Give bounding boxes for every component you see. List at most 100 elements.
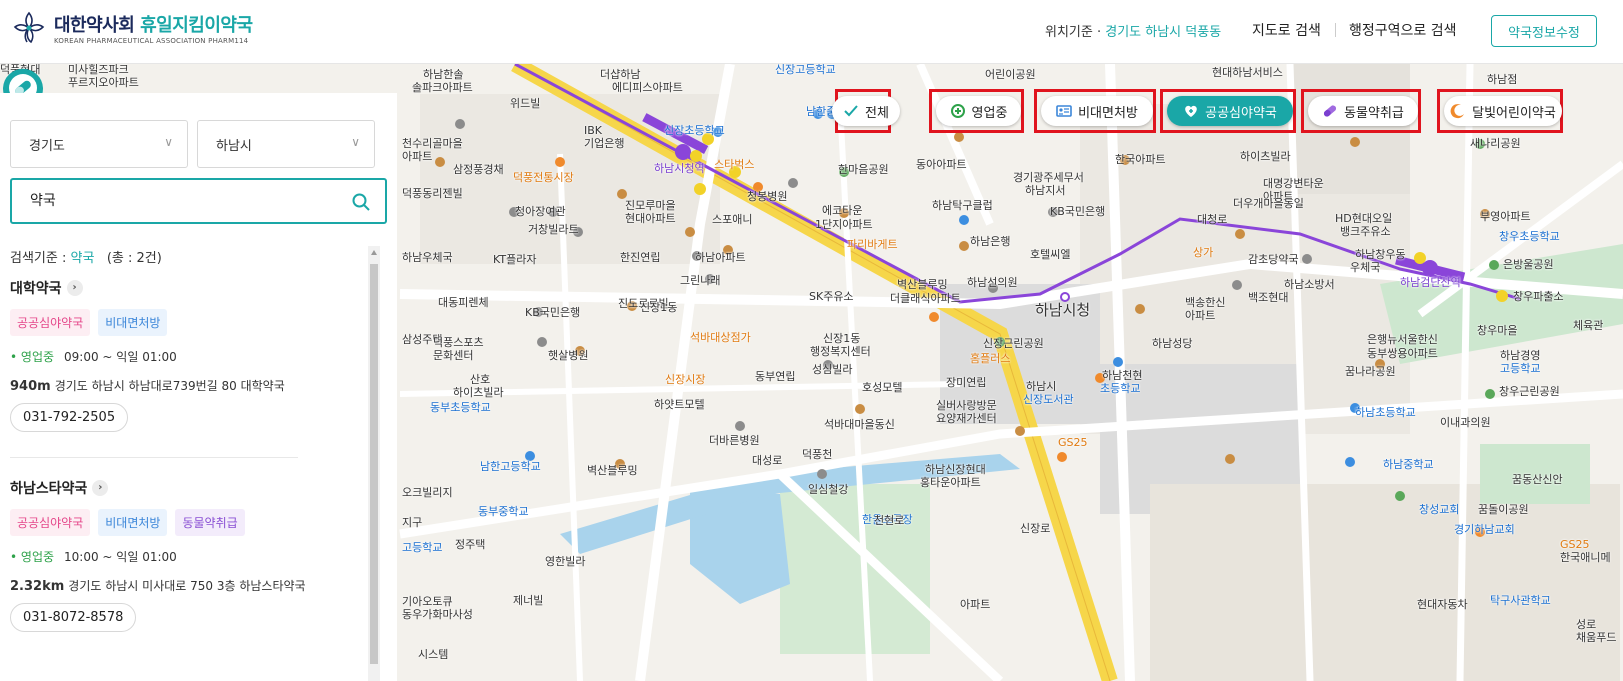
map-place-label[interactable]: 은방울공원 [1503,258,1554,271]
filter-chip-5[interactable]: 동물약취급 [1308,96,1418,126]
map-place-label[interactable]: 미사힐즈파크 [68,64,129,76]
map-place-label[interactable]: 동부중학교 [478,505,529,518]
pharmacy-name[interactable]: 하남스타약국 › [10,478,368,498]
pharmacy-name[interactable]: 대학약국 › [10,278,368,298]
map-place-label[interactable]: 하남지서 [1025,184,1065,197]
map-place-label[interactable]: 산호 [470,373,490,386]
map-place-label[interactable]: 하남우체국 [402,251,453,264]
map-place-label[interactable]: 대동피렌체 [438,296,489,309]
map-place-label[interactable]: 창우근린공원 [1499,385,1560,398]
map-place-label[interactable]: 하남시청역 [654,162,705,175]
map-place-label[interactable]: 은행뉴서울한신 [1367,333,1438,346]
map-place-label[interactable]: 창우초등학교 [1499,230,1560,243]
map-place-label[interactable]: 더바른병원 [709,434,760,447]
map-place-label[interactable]: 에디피스아파트 [612,81,683,94]
map-place-label[interactable]: 신장로 [1020,522,1050,535]
map-place-label[interactable]: 하남검단산역 [1400,276,1461,289]
map-place-label[interactable]: 뱅크주유소 [1340,225,1391,238]
map-place-label[interactable]: 지구 [402,516,422,529]
map-place-label[interactable]: 대명강변타운 [1263,177,1324,190]
map-place-label[interactable]: 꿈동산신안 [1512,473,1563,486]
map-place-label[interactable]: 신장고등학교 [775,64,836,76]
map-place-label[interactable]: 더우개마을동일 [1233,197,1304,210]
filter-chip-3[interactable]: 비대면처방 [1041,96,1153,126]
map-place-label[interactable]: 현대아파트 [625,212,676,225]
map-place-label[interactable]: 고등학교 [402,541,442,554]
phone-button[interactable]: 031-8072-8578 [10,603,137,632]
search-icon[interactable] [351,192,371,212]
map-place-label[interactable]: 푸르지오아파트 [68,76,139,89]
map-place-label[interactable]: 꿈나라공원 [1345,365,1396,378]
map-place-label[interactable]: 창우파출소 [1513,290,1564,303]
chevron-right-icon[interactable]: › [92,480,109,496]
map-place-label[interactable]: 신장근린공원 [983,337,1044,350]
map-place-label[interactable]: 일심철강 [808,483,848,496]
map-place-label[interactable]: 제너빌 [513,594,543,607]
map-place-label[interactable]: 에코타운 [822,204,862,217]
map-place-label[interactable]: 대청로 [1197,213,1227,226]
phone-button[interactable]: 031-792-2505 [10,403,129,432]
map-place-label[interactable]: 신장시장 [665,373,705,386]
map-place-label[interactable]: 남한고등학교 [480,460,541,473]
map-place-label[interactable]: 창우마을 [1477,324,1517,337]
map-place-label[interactable]: 새나리공원 [1470,137,1521,150]
map-place-label[interactable]: 꿈돌이공원 [1478,503,1529,516]
map-place-label[interactable]: 동부쌍용아파트 [1367,347,1438,360]
map-place-label[interactable]: HD현대오일 [1335,212,1392,225]
map-place-label[interactable]: 하얏트모텔 [654,398,705,411]
map-place-label[interactable]: 벽산블루밍 [897,278,948,291]
map-place-label[interactable]: 고등학교 [1500,362,1540,375]
map-place-label[interactable]: 하남신장현대 [925,463,986,476]
filter-chip-6[interactable]: 달빛어린이약국 [1444,96,1562,126]
map-place-label[interactable]: 하남경영 [1500,349,1540,362]
map-place-label[interactable]: 더클래식아파트 [890,292,961,305]
map-place-label[interactable]: 탁구사관학교 [1490,594,1551,607]
map-place-label[interactable]: 현대하남서비스 [1212,66,1283,79]
map-place-label[interactable]: 하남창우동 [1355,248,1406,261]
map-place-label[interactable]: 이내과의원 [1440,416,1491,429]
map-place-label[interactable]: 하남중학교 [1383,458,1434,471]
map-place-label[interactable]: 솔파크아파트 [412,81,473,94]
map-place-label[interactable]: 초등학교 [1100,382,1140,395]
map-place-label[interactable]: 경기하남교회 [1454,523,1515,536]
map-place-label[interactable]: 하남천현 [1102,369,1142,382]
map-place-label[interactable]: 정주택 [455,538,485,551]
map-place-label[interactable]: 하남시청 [1035,302,1090,319]
map-place-label[interactable]: GS25 [1058,436,1088,449]
map-place-label[interactable]: 아파트 [402,150,432,163]
nav-map-search[interactable]: 지도로 검색 [1252,20,1321,40]
map-place-label[interactable]: 채움푸드 [1576,631,1616,644]
map-place-label[interactable]: 동부연립 [755,370,795,383]
map-place-label[interactable]: 덕풍스포츠 [433,336,484,349]
map-place-label[interactable]: 백송한신 [1185,296,1225,309]
map-place-label[interactable]: 성로 [1576,618,1596,631]
map-place-label[interactable]: 벽산블루밍 [587,464,638,477]
map-place-label[interactable]: 햇살병원 [548,349,588,362]
map-place-label[interactable]: 한국애니메 [1560,551,1611,564]
province-select[interactable]: 경기도 ∨ [10,120,188,168]
map-place-label[interactable]: 하남아파트 [695,251,746,264]
map-place-label[interactable]: 오크빌리지 [402,486,453,499]
map-place-label[interactable]: 어린이공원 [985,68,1036,81]
map-place-label[interactable]: 창성교회 [1419,503,1459,516]
map-place-label[interactable]: 한국아파트 [1115,153,1166,166]
map-place-label[interactable]: 대성로 [752,454,782,467]
map-place-label[interactable]: 한진연립 [620,251,660,264]
map-place-label[interactable]: 체육관 [1573,319,1603,332]
map-place-label[interactable]: SK주유소 [809,290,854,303]
map-place-label[interactable]: 삼정풍경채 [453,163,504,176]
map-place-label[interactable]: 더샵하남 [600,68,640,81]
map-place-label[interactable]: 기아오토큐 [402,595,453,608]
map-place-label[interactable]: 기업은행 [584,137,624,150]
map-place-label[interactable]: 청아장여관 [515,205,566,218]
map-place-label[interactable]: 그린나래 [680,274,720,287]
map-place-label[interactable]: 덕풍동리젠빌 [402,187,463,200]
map-place-label[interactable]: 홈플러스 [970,352,1010,365]
site-logo[interactable]: 대한약사회 휴일지킴이약국 KOREAN PHARMACEUTICAL ASSO… [12,10,253,46]
map-place-label[interactable]: 석바대상점가 [690,331,751,344]
map-place-label[interactable]: 하남한솔 [423,68,463,81]
map-place-label[interactable]: 하남시 [1026,380,1056,393]
map-place-label[interactable]: 파리바게트 [847,238,898,251]
pharmacy-list-item[interactable]: 하남스타약국 › 공공심야약국 비대면처방 동물약취급 • 영업중 10:00 ~ 익… [0,478,378,678]
map-place-label[interactable]: 거창빌라트 [528,223,579,236]
